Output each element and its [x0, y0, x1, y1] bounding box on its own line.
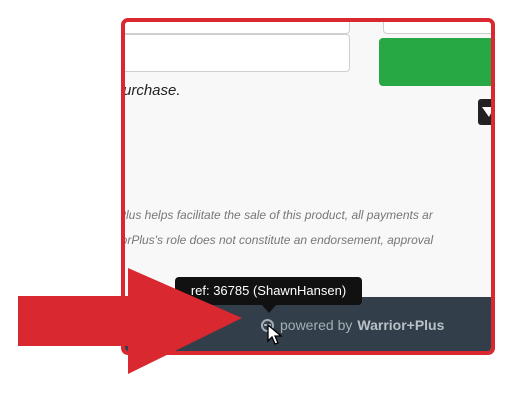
- widget-icon: [482, 107, 491, 117]
- top-input-field[interactable]: [125, 22, 350, 34]
- disclaimer-line-2: riorPlus's role does not constitute an e…: [125, 233, 434, 247]
- cursor-pointer-icon: [267, 324, 283, 345]
- brand-name: Warrior+Plus: [357, 317, 445, 333]
- buy-now-button[interactable]: [379, 38, 491, 86]
- powered-by-link[interactable]: powered by Warrior+Plus: [261, 317, 444, 333]
- arrow-annotation-icon: [18, 268, 242, 374]
- checkout-input-field[interactable]: [125, 34, 350, 72]
- tooltip-arrow: [262, 305, 276, 313]
- powered-by-label: powered by: [280, 317, 353, 333]
- top-right-input-field[interactable]: [383, 22, 491, 34]
- purchase-note: urchase.: [125, 82, 181, 99]
- disclaimer-line-1: rPlus helps facilitate the sale of this …: [125, 208, 433, 222]
- side-widget[interactable]: [478, 99, 491, 125]
